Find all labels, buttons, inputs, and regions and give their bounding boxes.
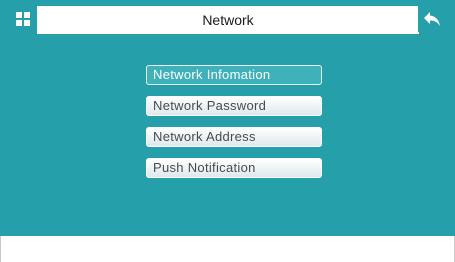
network-menu: Network Infomation Network Password Netw… <box>146 65 322 189</box>
menu-item-network-password[interactable]: Network Password <box>146 96 322 116</box>
home-button[interactable] <box>9 6 37 32</box>
menu-item-network-information[interactable]: Network Infomation <box>146 65 322 85</box>
back-arrow-icon <box>424 12 440 26</box>
title-bar: Network <box>37 6 419 34</box>
page-title: Network <box>202 12 254 28</box>
menu-item-push-notification[interactable]: Push Notification <box>146 158 322 178</box>
menu-item-network-address[interactable]: Network Address <box>146 127 322 147</box>
grid-icon <box>16 12 30 26</box>
back-button[interactable] <box>418 6 446 32</box>
network-screen: Network Network Infomation Network Passw… <box>0 0 455 262</box>
bottom-area <box>0 236 455 262</box>
